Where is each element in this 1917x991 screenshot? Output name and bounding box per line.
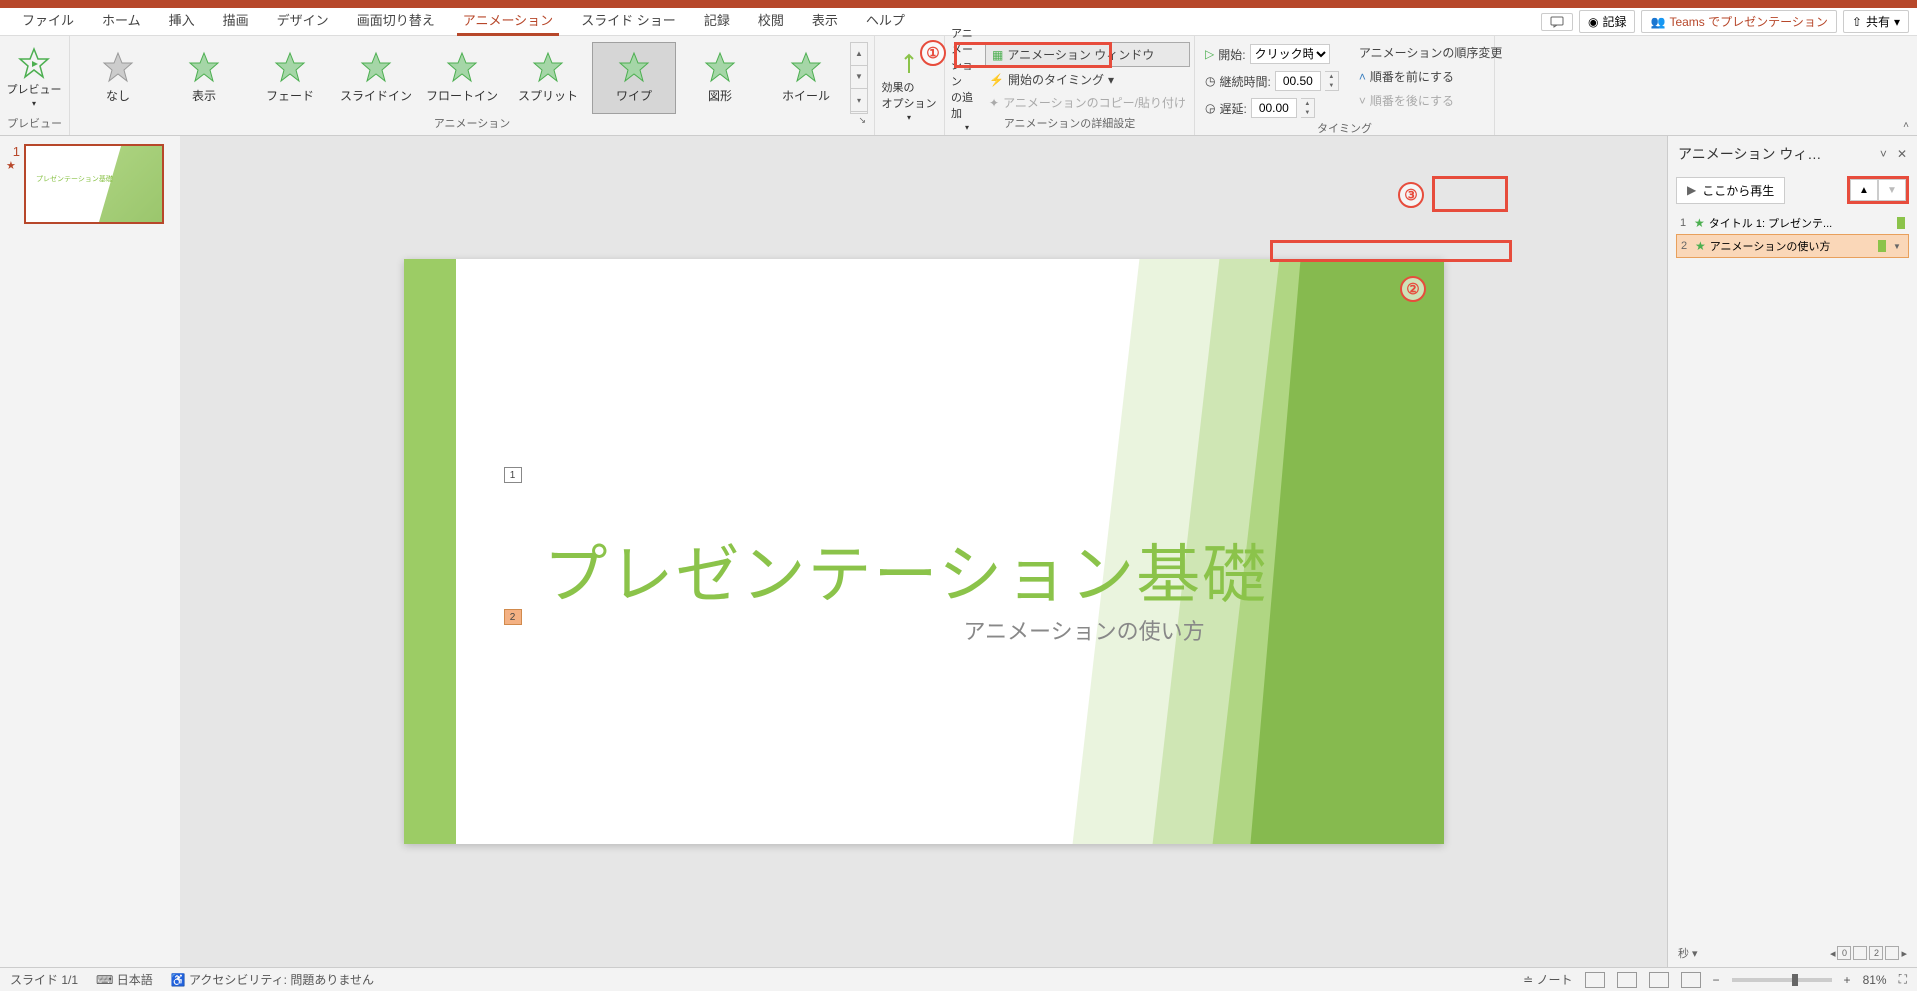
delay-spinner[interactable]: ▲▼ [1301, 98, 1315, 118]
tab-transitions[interactable]: 画面切り替え [343, 6, 449, 35]
animation-painter-button: ✦アニメーションのコピー/貼り付け [985, 92, 1190, 113]
star-icon: ★ [1694, 216, 1705, 230]
slide[interactable]: 1 2 プレゼンテーション基礎 アニメーションの使い方 [404, 259, 1444, 844]
tab-file[interactable]: ファイル [8, 6, 88, 35]
add-animation-button[interactable]: + アニメーション の追加▾ [951, 40, 983, 114]
collapse-ribbon-button[interactable]: ˄ [1903, 120, 1909, 131]
move-earlier-button[interactable]: ˄順番を前にする [1355, 66, 1507, 87]
group-label-animation: アニメーション↘ [76, 115, 868, 133]
star-icon: ★ [1695, 239, 1706, 253]
callout-1: ① [920, 40, 946, 66]
group-label-preview: プレビュー [6, 115, 63, 133]
callout-2: ② [1400, 276, 1426, 302]
gallery-scroll[interactable]: ▲▼▾ [850, 42, 868, 114]
pane-close-icon[interactable]: ✕ [1897, 147, 1907, 161]
timeline-ruler[interactable]: ◂ 0 2 ▸ [1830, 946, 1907, 960]
fit-window-button[interactable]: ⛶ [1899, 972, 1907, 987]
comments-button[interactable] [1541, 13, 1573, 31]
zoom-in-button[interactable]: + [1844, 973, 1851, 987]
zoom-slider[interactable] [1732, 978, 1832, 982]
status-bar: スライド 1/1 ⌨ 日本語 ♿ アクセシビリティ: 問題ありません ≐ ノート… [0, 967, 1917, 991]
tab-record[interactable]: 記録 [690, 6, 744, 35]
animation-pane-button[interactable]: ▦ アニメーション ウィンドウ [985, 42, 1190, 67]
anim-floatin[interactable]: フロートイン [420, 42, 504, 114]
record-button[interactable]: ◉ 記録 [1579, 10, 1636, 33]
reorder-up-button[interactable]: ▲ [1850, 179, 1878, 201]
delay-input[interactable] [1251, 98, 1297, 118]
callout-3: ③ [1398, 182, 1424, 208]
slide-thumbnail-1[interactable]: プレゼンテーション基礎 [24, 144, 164, 224]
ribbon: プレビュー▾ プレビュー なし 表示 フェード スライドイン フロートイン スプ… [0, 36, 1917, 136]
tab-home[interactable]: ホーム [88, 6, 155, 35]
slide-title-text[interactable]: プレゼンテーション基礎 [544, 524, 1269, 616]
animation-tag-1[interactable]: 1 [504, 467, 522, 483]
normal-view-button[interactable] [1585, 972, 1605, 988]
animation-pane: アニメーション ウィ… ˅ ✕ ▶ここから再生 ▲ ▼ 1 ★ タイトル 1: … [1667, 136, 1917, 967]
duration-label: 継続時間: [1219, 73, 1270, 90]
delay-icon: ◶ [1205, 101, 1215, 115]
reading-view-button[interactable] [1649, 972, 1669, 988]
slide-subtitle-text[interactable]: アニメーションの使い方 [964, 614, 1205, 646]
tab-design[interactable]: デザイン [263, 6, 343, 35]
tab-animations[interactable]: アニメーション [449, 6, 567, 35]
slide-canvas: 1 2 プレゼンテーション基礎 アニメーションの使い方 [180, 136, 1667, 967]
trigger-button[interactable]: ⚡開始のタイミング ▾ [985, 69, 1190, 90]
reorder-down-button[interactable]: ▼ [1878, 179, 1906, 201]
animation-list: 1 ★ タイトル 1: プレゼンテ... 2 ★ アニメーションの使い方 ▼ [1668, 208, 1917, 262]
tab-insert[interactable]: 挿入 [155, 6, 209, 35]
slide-counter: スライド 1/1 [10, 971, 78, 988]
preview-button[interactable]: プレビュー▾ [6, 41, 62, 115]
tab-view[interactable]: 表示 [798, 6, 852, 35]
animation-tag-2[interactable]: 2 [504, 609, 522, 625]
animation-pane-title: アニメーション ウィ… [1678, 144, 1821, 164]
start-label: 開始: [1218, 46, 1245, 63]
animation-item-2[interactable]: 2 ★ アニメーションの使い方 ▼ [1676, 234, 1909, 258]
anim-fade[interactable]: フェード [248, 42, 332, 114]
share-button[interactable]: ⇧ 共有 ▾ [1843, 10, 1909, 33]
anim-split[interactable]: スプリット [506, 42, 590, 114]
clock-icon: ◷ [1205, 74, 1215, 88]
tab-slideshow[interactable]: スライド ショー [567, 6, 690, 35]
zoom-level[interactable]: 81% [1863, 973, 1887, 987]
slide-thumbnails: 1 ★ プレゼンテーション基礎 [0, 136, 180, 967]
anim-wheel[interactable]: ホイール [764, 42, 848, 114]
pane-icon: ▦ [992, 48, 1003, 62]
delay-label: 遅延: [1219, 100, 1246, 117]
thumb-number: 1 [6, 144, 20, 159]
anim-none[interactable]: なし [76, 42, 160, 114]
anim-appear[interactable]: 表示 [162, 42, 246, 114]
slideshow-view-button[interactable] [1681, 972, 1701, 988]
play-from-button[interactable]: ▶ここから再生 [1676, 177, 1785, 204]
reorder-buttons: ▲ ▼ [1847, 176, 1909, 204]
anim-wipe[interactable]: ワイプ [592, 42, 676, 114]
group-label-advanced: アニメーションの詳細設定 [951, 115, 1188, 133]
teams-present-button[interactable]: 👥 Teams でプレゼンテーション [1641, 10, 1836, 33]
accessibility-status[interactable]: ♿ アクセシビリティ: 問題ありません [171, 971, 374, 988]
tab-draw[interactable]: 描画 [209, 6, 263, 35]
tab-help[interactable]: ヘルプ [852, 6, 919, 35]
duration-input[interactable] [1275, 71, 1321, 91]
notes-button[interactable]: ≐ ノート [1523, 971, 1572, 988]
thumb-animation-icon: ★ [6, 159, 20, 172]
anim-shape[interactable]: 図形 [678, 42, 762, 114]
zoom-out-button[interactable]: − [1713, 973, 1720, 987]
anim-flyin[interactable]: スライドイン [334, 42, 418, 114]
reorder-label: アニメーションの順序変更 [1355, 42, 1507, 63]
pane-dropdown-icon[interactable]: ˅ [1880, 147, 1887, 161]
tab-review[interactable]: 校閲 [744, 6, 798, 35]
move-later-button: ˅順番を後にする [1355, 90, 1507, 111]
start-select[interactable]: クリック時 [1250, 44, 1330, 64]
item-dropdown-icon[interactable]: ▼ [1890, 242, 1904, 251]
duration-spinner[interactable]: ▲▼ [1325, 71, 1339, 91]
sorter-view-button[interactable] [1617, 972, 1637, 988]
language-indicator[interactable]: ⌨ 日本語 [96, 971, 153, 988]
animation-item-1[interactable]: 1 ★ タイトル 1: プレゼンテ... [1676, 212, 1909, 234]
